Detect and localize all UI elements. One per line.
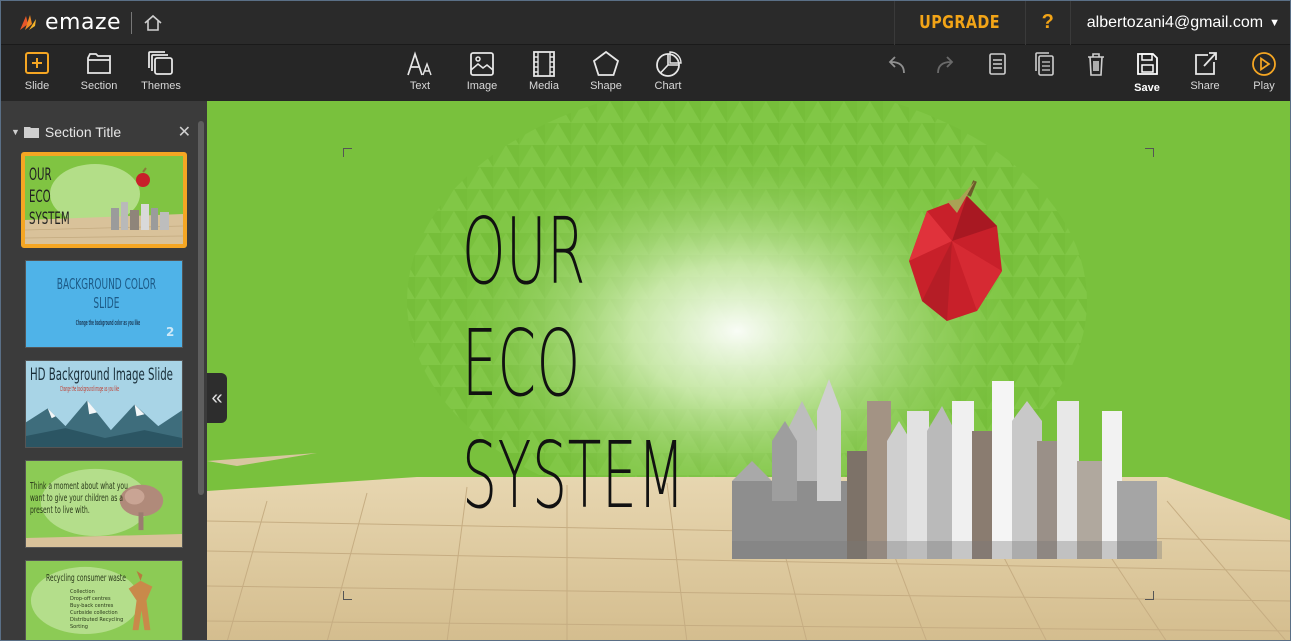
undo-icon <box>888 56 905 74</box>
section-button[interactable]: Section <box>71 49 127 92</box>
pentagon-icon <box>592 50 620 76</box>
slide-corner-marker <box>343 148 352 157</box>
tool-label: Shape <box>590 80 622 92</box>
save-button[interactable]: Save <box>1119 49 1175 94</box>
themes-button[interactable]: Themes <box>133 49 189 92</box>
folder-icon <box>87 53 111 74</box>
media-tool-button[interactable]: Media <box>516 49 572 92</box>
delete-button[interactable] <box>1068 49 1124 79</box>
collapse-sidebar-button[interactable]: « <box>207 373 227 423</box>
slide-thumbnail-subtitle: Change the background color as you like <box>75 319 141 327</box>
divider <box>894 1 896 45</box>
themes-icon <box>148 51 173 75</box>
sidebar-scrollbar[interactable] <box>198 121 204 495</box>
top-bar: emaze UPGRADE ? albertozani4@gmail.com ▼ <box>1 1 1290 45</box>
brand-name: emaze <box>45 10 122 35</box>
slide-thumbnail-subtitle: Change the background image as you like <box>60 385 120 393</box>
slide-thumbnail-title: OUR ECO SYSTEM <box>29 165 70 229</box>
text-tool-button[interactable]: Text <box>392 49 448 92</box>
slide-thumbnail-2[interactable]: BACKGROUND COLOR SLIDE Change the backgr… <box>25 260 183 348</box>
bullet-list: Collection Drop-off centres Buy-back cen… <box>70 589 123 631</box>
slide-thumbnail-title: HD Background Image Slide <box>30 365 173 385</box>
slide-thumbnail-title: BACKGROUND COLOR SLIDE <box>56 275 156 312</box>
redo-button[interactable] <box>917 49 973 79</box>
folder-icon <box>23 127 39 138</box>
bullet-item: Distributed Recycling <box>70 617 124 623</box>
shape-tool-button[interactable]: Shape <box>578 49 634 92</box>
duplicate-button[interactable] <box>1016 49 1072 79</box>
redo-icon <box>937 56 954 74</box>
play-button[interactable]: Play <box>1236 49 1290 92</box>
tool-label: Image <box>466 80 498 92</box>
slides-sidebar: ▼ Section Title ✕ OUR ECO SYSTEM BACKGRO… <box>1 101 207 640</box>
slide-title[interactable]: OUR ECO SYSTEM <box>462 196 685 532</box>
tool-label: Slide <box>24 80 50 92</box>
image-tool-button[interactable]: Image <box>454 49 510 92</box>
brand[interactable]: emaze <box>17 1 121 45</box>
tool-label: Save <box>1134 82 1160 94</box>
share-icon <box>1195 52 1217 75</box>
divider <box>131 11 133 34</box>
slide-thumbnail-1[interactable]: OUR ECO SYSTEM <box>21 152 187 248</box>
double-chevron-left-icon: « <box>211 386 223 409</box>
tool-label: Section <box>80 80 118 92</box>
share-button[interactable]: Share <box>1177 49 1233 92</box>
tool-label: Chart <box>654 80 682 92</box>
bullet-item: Collection <box>70 589 95 595</box>
slide-thumbnail-3[interactable]: HD Background Image Slide Change the bac… <box>25 360 183 448</box>
tool-label: Text <box>409 80 431 92</box>
text-icon <box>407 51 432 76</box>
trash-icon <box>1088 53 1104 76</box>
play-icon <box>1252 52 1276 76</box>
slide-canvas[interactable]: OUR ECO SYSTEM <box>207 101 1290 640</box>
emaze-editor: emaze UPGRADE ? albertozani4@gmail.com ▼… <box>0 0 1291 641</box>
slide-thumbnail-5[interactable]: Recycling consumer waste Collection Drop… <box>25 560 183 640</box>
pie-chart-icon <box>656 51 682 77</box>
tool-label: Play <box>1253 80 1275 92</box>
section-title: Section Title <box>44 124 122 140</box>
duplicate-icon <box>1035 52 1054 76</box>
slide-thumbnail-title: Think a moment about what you want to gi… <box>30 481 128 516</box>
section-header[interactable]: ▼ Section Title ✕ <box>11 121 191 143</box>
slide-number: 2 <box>166 325 175 339</box>
slide-corner-marker <box>1145 148 1154 157</box>
bullet-item: Drop-off centres <box>70 596 111 602</box>
bullet-item: Sorting <box>70 624 88 630</box>
tool-label: Themes <box>141 80 181 92</box>
upgrade-button[interactable]: UPGRADE <box>908 1 1011 45</box>
image-icon <box>470 52 494 76</box>
tool-label: Share <box>1190 80 1220 92</box>
add-slide-icon <box>25 52 49 74</box>
slide-thumbnail-4[interactable]: Think a moment about what you want to gi… <box>25 460 183 548</box>
bullet-item: Buy-back centres <box>70 603 114 609</box>
home-icon[interactable] <box>142 12 164 34</box>
close-icon[interactable]: ✕ <box>178 122 191 142</box>
account-menu[interactable]: albertozani4@gmail.com ▼ <box>1071 1 1290 45</box>
help-button[interactable]: ? <box>1026 1 1070 45</box>
slide-thumbnail-title: Recycling consumer waste <box>46 573 126 584</box>
emaze-logo-icon <box>20 14 36 30</box>
caret-down-icon: ▼ <box>1269 16 1280 29</box>
account-email: albertozani4@gmail.com <box>1086 13 1264 31</box>
triangle-down-icon: ▼ <box>11 127 20 137</box>
chart-tool-button[interactable]: Chart <box>640 49 696 92</box>
add-slide-button[interactable]: Slide <box>9 49 65 92</box>
toolbar: Slide Section Themes Text Image Media Sh… <box>1 45 1290 101</box>
tool-label: Media <box>529 80 559 92</box>
slide-background-image <box>207 101 1290 640</box>
notes-icon <box>989 53 1006 75</box>
topbar-right: UPGRADE ? albertozani4@gmail.com ▼ <box>894 1 1290 45</box>
save-icon <box>1137 53 1158 75</box>
film-icon <box>533 51 555 77</box>
slide-corner-marker <box>1145 591 1154 600</box>
slide-corner-marker <box>343 591 352 600</box>
bullet-item: Curbside collection <box>70 610 118 616</box>
